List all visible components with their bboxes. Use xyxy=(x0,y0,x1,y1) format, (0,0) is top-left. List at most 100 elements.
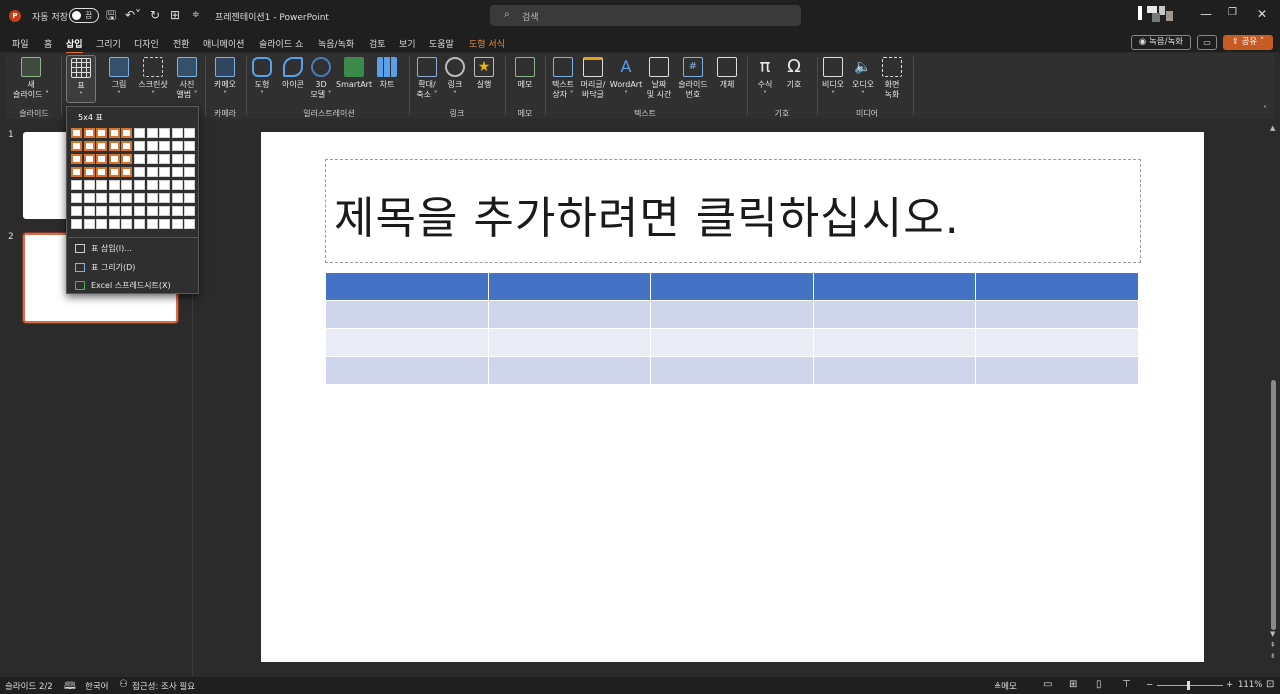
table-grid-cell-selected[interactable] xyxy=(83,154,95,164)
table-grid-cell[interactable] xyxy=(184,141,196,151)
accessibility-status[interactable]: 접근성: 조사 필요 xyxy=(132,680,195,692)
table-grid-cell-selected[interactable] xyxy=(96,128,108,138)
record-button[interactable]: ◉ 녹음/녹화 xyxy=(1131,35,1191,50)
slide-table[interactable] xyxy=(325,272,1139,385)
table-grid-cell[interactable] xyxy=(146,180,158,190)
zoom-button[interactable]: 확대/ 축소 ˅ xyxy=(413,57,441,100)
table-grid-cell[interactable] xyxy=(171,141,183,151)
zoom-level[interactable]: 111% xyxy=(1238,680,1262,690)
table-grid-cell-selected[interactable] xyxy=(71,167,82,177)
zoom-slider-thumb[interactable] xyxy=(1187,681,1190,690)
table-grid-cell[interactable] xyxy=(108,206,120,216)
tab-insert[interactable]: 삽입 xyxy=(66,37,83,54)
table-grid-cell-selected[interactable] xyxy=(121,128,133,138)
comment-button[interactable]: 메모 xyxy=(510,57,540,90)
slide-canvas[interactable]: 제목을 추가하려면 클릭하십시오. xyxy=(261,132,1204,662)
table-grid-cell[interactable] xyxy=(71,206,82,216)
slideshow-icon[interactable]: ⊤ xyxy=(1122,679,1131,690)
table-grid-cell-selected[interactable] xyxy=(71,141,82,151)
table-grid-cell[interactable] xyxy=(146,141,158,151)
tab-design[interactable]: 디자인 xyxy=(134,37,159,50)
table-grid-cell[interactable] xyxy=(108,219,120,229)
zoom-slider[interactable] xyxy=(1157,685,1223,686)
slide-sorter-icon[interactable]: ⊞ xyxy=(1069,679,1077,690)
smartart-button[interactable]: SmartArt xyxy=(336,57,372,90)
table-grid-cell-selected[interactable] xyxy=(96,154,108,164)
table-grid-cell[interactable] xyxy=(171,180,183,190)
table-grid-cell[interactable] xyxy=(96,219,108,229)
table-grid-cell[interactable] xyxy=(146,193,158,203)
audio-button[interactable]: 🔈 오디오 ˅ xyxy=(849,57,877,100)
icons-button[interactable]: 아이콘 xyxy=(278,57,308,90)
new-slide-button[interactable]: 새 슬라이드 ˅ xyxy=(12,57,50,100)
zoom-in-icon[interactable]: + xyxy=(1226,680,1233,690)
account-avatar[interactable] xyxy=(1138,3,1178,25)
table-grid-cell-selected[interactable] xyxy=(71,128,82,138)
shapes-button[interactable]: 도형 ˅ xyxy=(251,57,273,100)
table-grid-cell[interactable] xyxy=(146,167,158,177)
scroll-down-icon[interactable]: ▼ xyxy=(1270,630,1275,638)
tab-review[interactable]: 검토 xyxy=(369,37,386,50)
restore-icon[interactable]: ❐ xyxy=(1228,7,1237,18)
close-icon[interactable]: ✕ xyxy=(1257,7,1267,21)
table-button[interactable]: 표 ˅ xyxy=(66,55,96,103)
3d-models-button[interactable]: 3D 모델 ˅ xyxy=(309,57,333,100)
table-grid-cell[interactable] xyxy=(71,219,82,229)
tab-transitions[interactable]: 전환 xyxy=(173,37,190,50)
save-icon[interactable]: 🖫 xyxy=(106,8,116,22)
comments-button[interactable]: ▭ xyxy=(1197,35,1217,50)
share-button[interactable]: ⇪ 공유 ˅ xyxy=(1223,35,1273,50)
table-grid-cell-selected[interactable] xyxy=(108,154,120,164)
table-grid-cell[interactable] xyxy=(171,128,183,138)
tab-draw[interactable]: 그리기 xyxy=(96,37,121,50)
header-footer-button[interactable]: 머리글/ 바닥글 xyxy=(578,57,608,100)
table-grid-cell[interactable] xyxy=(171,167,183,177)
table-grid-cell[interactable] xyxy=(159,167,171,177)
vertical-scrollbar[interactable]: ▲ ▼ ⇞ ⇟ xyxy=(1267,122,1280,677)
draw-table-item[interactable]: 표 그리기(D) xyxy=(75,262,135,273)
table-grid-cell-selected[interactable] xyxy=(108,167,120,177)
table-grid-cell[interactable] xyxy=(171,154,183,164)
table-grid-cell[interactable] xyxy=(83,193,95,203)
accessibility-icon[interactable]: ⚇ xyxy=(119,679,128,690)
spelling-icon[interactable]: 🕮 xyxy=(64,679,76,694)
customize-qat-icon[interactable]: ≑ xyxy=(192,8,200,22)
pictures-button[interactable]: 그림 ˅ xyxy=(107,57,131,100)
table-grid-cell[interactable] xyxy=(96,206,108,216)
table-grid-cell[interactable] xyxy=(184,206,196,216)
table-grid-cell-selected[interactable] xyxy=(121,154,133,164)
table-grid-cell[interactable] xyxy=(184,180,196,190)
wordart-button[interactable]: A WordArt ˅ xyxy=(609,57,643,100)
table-grid-cell-selected[interactable] xyxy=(83,167,95,177)
table-grid-cell[interactable] xyxy=(146,219,158,229)
table-grid-cell-selected[interactable] xyxy=(108,141,120,151)
table-grid-cell[interactable] xyxy=(121,206,133,216)
table-grid-cell[interactable] xyxy=(96,193,108,203)
table-grid-cell[interactable] xyxy=(171,193,183,203)
table-grid-cell[interactable] xyxy=(121,193,133,203)
screen-recording-button[interactable]: 화면 녹화 xyxy=(879,57,905,100)
table-grid-cell[interactable] xyxy=(159,154,171,164)
language-indicator[interactable]: 한국어 xyxy=(85,680,108,692)
screenshot-button[interactable]: 스크린샷 ˅ xyxy=(135,57,171,100)
table-grid-cell-selected[interactable] xyxy=(96,167,108,177)
table-grid-cell-selected[interactable] xyxy=(71,154,82,164)
table-grid-cell[interactable] xyxy=(146,206,158,216)
symbol-button[interactable]: Ω 기호 xyxy=(782,57,806,90)
slide-number-button[interactable]: # 슬라이드 번호 xyxy=(674,57,712,100)
table-grid-cell-selected[interactable] xyxy=(121,167,133,177)
textbox-button[interactable]: 텍스트 상자 ˅ xyxy=(548,57,578,100)
tab-view[interactable]: 보기 xyxy=(399,37,416,50)
chart-button[interactable]: 차트 xyxy=(375,57,399,90)
minimize-icon[interactable]: — xyxy=(1200,7,1212,21)
table-grid-cell[interactable] xyxy=(159,206,171,216)
object-button[interactable]: 개체 xyxy=(715,57,739,90)
tab-home[interactable]: 홈 xyxy=(44,37,52,50)
table-grid-cell[interactable] xyxy=(159,180,171,190)
search-box[interactable]: ⌕ 검색 xyxy=(490,5,801,26)
reading-view-icon[interactable]: ▯ xyxy=(1096,679,1102,690)
table-grid-cell[interactable] xyxy=(184,193,196,203)
table-grid-cell[interactable] xyxy=(159,219,171,229)
zoom-out-icon[interactable]: − xyxy=(1146,680,1153,690)
table-grid-cell[interactable] xyxy=(171,219,183,229)
